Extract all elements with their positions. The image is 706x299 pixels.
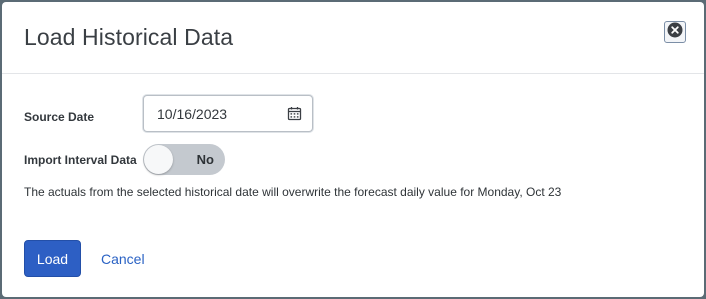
close-button[interactable]: [664, 21, 686, 43]
overwrite-info-text: The actuals from the selected historical…: [24, 185, 562, 199]
load-historical-data-dialog: Load Historical Data Source Date 10/16/2…: [2, 2, 704, 297]
import-interval-toggle[interactable]: No: [143, 144, 225, 175]
source-date-field[interactable]: 10/16/2023: [143, 95, 313, 132]
close-icon: [667, 22, 683, 43]
toggle-knob: [144, 145, 173, 174]
import-interval-label: Import Interval Data: [24, 153, 137, 167]
calendar-icon[interactable]: [287, 106, 302, 121]
dialog-header: Load Historical Data: [2, 2, 704, 74]
source-date-label: Source Date: [24, 110, 95, 124]
cancel-link[interactable]: Cancel: [101, 251, 145, 267]
load-button[interactable]: Load: [24, 240, 81, 277]
source-date-value: 10/16/2023: [157, 106, 228, 122]
toggle-state-text: No: [196, 152, 214, 167]
dialog-title: Load Historical Data: [24, 24, 234, 50]
